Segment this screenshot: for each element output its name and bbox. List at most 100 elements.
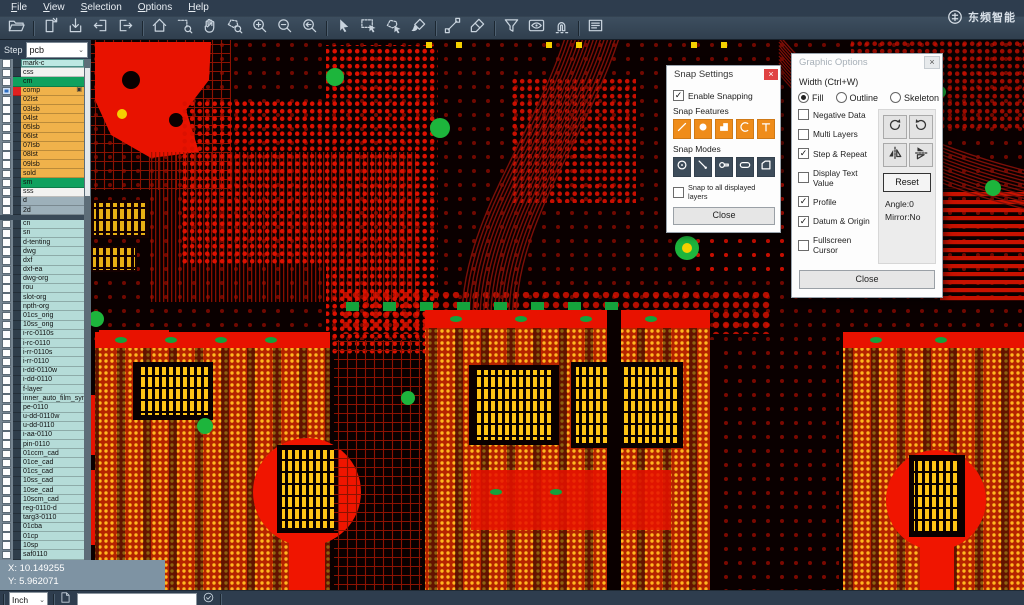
layer-checkbox[interactable] — [2, 404, 11, 413]
snap-center-button[interactable] — [673, 157, 691, 177]
layer-row-03lsb[interactable]: 03lsb — [0, 105, 84, 114]
layer-checkbox[interactable] — [2, 69, 11, 78]
layer-checkbox[interactable] — [2, 220, 11, 229]
layer-row-10scm_cad[interactable]: 10scm_cad — [0, 495, 84, 504]
menu-options[interactable]: Options — [130, 1, 180, 15]
layer-checkbox[interactable] — [2, 349, 11, 358]
layer-color-swatch[interactable] — [13, 197, 21, 206]
filter-button[interactable] — [499, 18, 524, 38]
layer-color-swatch[interactable] — [13, 59, 21, 68]
export-file-button[interactable] — [63, 18, 88, 38]
layer-checkbox[interactable] — [2, 229, 11, 238]
reset-button[interactable]: Reset — [883, 173, 931, 192]
layer-checkbox[interactable] — [2, 105, 11, 114]
layer-name[interactable]: saf0110 — [21, 550, 84, 559]
layer-name[interactable]: f-layer — [21, 385, 84, 394]
layer-row-reg-0110-d[interactable]: reg-0110-d — [0, 504, 84, 513]
layer-checkbox[interactable] — [2, 422, 11, 431]
layer-name[interactable]: i-dd-0110 — [21, 376, 84, 385]
snap-slot-button[interactable] — [736, 157, 754, 177]
layer-color-swatch[interactable] — [13, 504, 21, 513]
layer-color-swatch[interactable] — [13, 403, 21, 412]
measure-line-button[interactable] — [440, 18, 465, 38]
layer-checkbox[interactable] — [2, 385, 11, 394]
layer-color-swatch[interactable] — [13, 68, 21, 77]
layer-row-comp[interactable]: comp▣ — [0, 87, 84, 96]
snap-arc-button[interactable] — [736, 119, 754, 139]
layer-name[interactable]: u-dd-0110w — [21, 413, 84, 422]
layer-color-swatch[interactable] — [13, 431, 21, 440]
snap-all-layers-checkbox[interactable] — [673, 187, 684, 198]
layer-checkbox[interactable] — [2, 197, 11, 206]
layer-checkbox[interactable] — [2, 358, 11, 367]
layer-name[interactable]: 05lsb — [21, 123, 84, 132]
zoom-window-button[interactable] — [172, 18, 197, 38]
layer-color-swatch[interactable] — [13, 449, 21, 458]
layer-row-01ccm_cad[interactable]: 01ccm_cad — [0, 449, 84, 458]
paint-brush-button[interactable] — [406, 18, 431, 38]
layer-name[interactable]: rou — [21, 284, 84, 293]
layer-row-02lst[interactable]: 02lst — [0, 96, 84, 105]
apply-check-icon[interactable] — [202, 591, 215, 605]
layer-row-01cp[interactable]: 01cp — [0, 532, 84, 541]
layer-row-dxf[interactable]: dxf — [0, 256, 84, 265]
layer-color-swatch[interactable] — [13, 523, 21, 532]
layer-color-swatch[interactable] — [13, 293, 21, 302]
layer-name[interactable]: i-rc-0110 — [21, 339, 84, 348]
layer-row-slot-org[interactable]: slot-org — [0, 293, 84, 302]
layer-name[interactable]: dwg-org — [21, 275, 84, 284]
checkbox[interactable] — [798, 109, 809, 120]
layer-color-swatch[interactable] — [13, 123, 21, 132]
layer-color-swatch[interactable] — [13, 394, 21, 403]
layer-color-swatch[interactable] — [13, 458, 21, 467]
report-notes-button[interactable] — [583, 18, 608, 38]
layer-color-swatch[interactable] — [13, 133, 21, 142]
layer-row-10ss_cad[interactable]: 10ss_cad — [0, 477, 84, 486]
layer-color-swatch[interactable] — [13, 339, 21, 348]
layer-color-swatch[interactable] — [13, 477, 21, 486]
layer-row-dwg[interactable]: dwg — [0, 247, 84, 256]
layer-row-pe-0110[interactable]: pe-0110 — [0, 403, 84, 412]
layer-color-swatch[interactable] — [13, 541, 21, 550]
layer-color-swatch[interactable] — [13, 532, 21, 541]
zoom-previous-button[interactable] — [297, 18, 322, 38]
close-icon[interactable]: × — [924, 56, 940, 69]
layer-color-swatch[interactable] — [13, 311, 21, 320]
width-radio-fill[interactable]: Fill — [798, 92, 824, 103]
graphic-options-titlebar[interactable]: Graphic Options × — [792, 54, 942, 70]
layer-row-targ3-0110[interactable]: targ3-0110 — [0, 514, 84, 523]
layer-checkbox[interactable] — [2, 330, 11, 339]
layer-color-swatch[interactable] — [13, 77, 21, 86]
layer-row-inner_auto_film_symb[interactable]: inner_auto_film_symb — [0, 394, 84, 403]
layer-checkbox[interactable] — [2, 532, 11, 541]
layer-color-swatch[interactable] — [13, 367, 21, 376]
layer-name[interactable]: comp▣ — [21, 87, 84, 96]
layer-checkbox[interactable] — [2, 275, 11, 284]
menu-file[interactable]: File — [3, 1, 35, 15]
layer-checkbox[interactable] — [2, 367, 11, 376]
checkbox[interactable]: ✓ — [798, 196, 809, 207]
snap-intersection-button[interactable] — [694, 157, 712, 177]
layer-checkbox[interactable] — [2, 247, 11, 256]
layer-name[interactable]: slot-org — [21, 293, 84, 302]
layer-name[interactable]: sold — [21, 169, 84, 178]
layer-color-swatch[interactable] — [13, 330, 21, 339]
layer-row-sold[interactable]: sold — [0, 169, 84, 178]
layer-color-swatch[interactable] — [13, 357, 21, 366]
snap-text-button[interactable] — [757, 119, 775, 139]
layer-name[interactable]: 07lsb — [21, 142, 84, 151]
layer-checkbox[interactable] — [2, 96, 11, 105]
snap-all-layers-row[interactable]: Snap to all displayed layers — [673, 183, 775, 201]
layer-row-05lsb[interactable]: 05lsb — [0, 123, 84, 132]
graphic-option-profile[interactable]: ✓Profile — [798, 196, 878, 207]
home-view-button[interactable] — [147, 18, 172, 38]
layer-checkbox[interactable] — [2, 321, 11, 330]
zoom-out-button[interactable] — [272, 18, 297, 38]
width-radio-outline[interactable]: Outline — [836, 92, 879, 103]
layer-color-swatch[interactable] — [13, 376, 21, 385]
layer-row-mark-c[interactable]: mark-c — [0, 59, 84, 68]
layer-name[interactable]: 01cs_orig — [21, 311, 84, 320]
layer-row-2d[interactable]: 2d — [0, 206, 84, 215]
layer-color-swatch[interactable] — [13, 238, 21, 247]
radio-icon[interactable] — [798, 92, 809, 103]
